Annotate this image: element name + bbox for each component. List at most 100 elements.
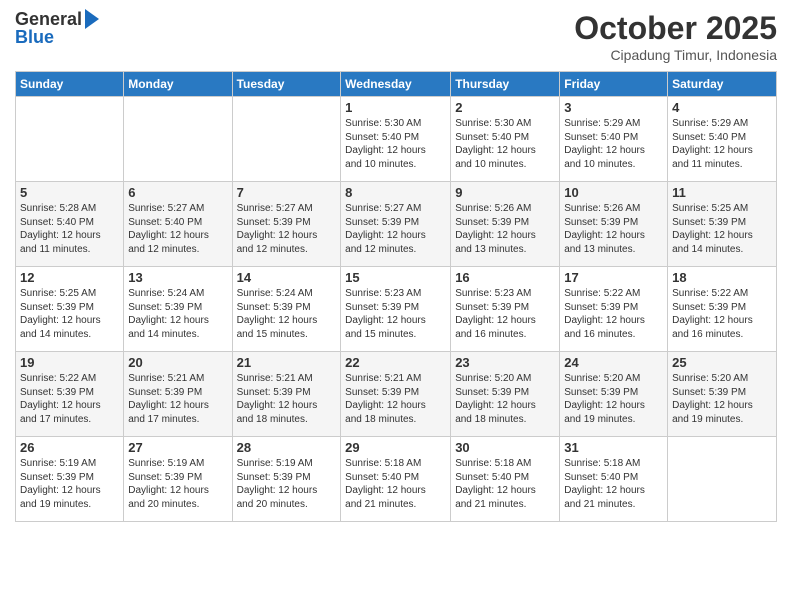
day-number: 22: [345, 355, 446, 370]
calendar-cell-w4-d2: 20Sunrise: 5:21 AM Sunset: 5:39 PM Dayli…: [124, 352, 232, 437]
day-info: Sunrise: 5:22 AM Sunset: 5:39 PM Dayligh…: [672, 287, 772, 341]
calendar-cell-w2-d6: 10 Sunrise: 5:26 AM Sunset: 5:39 PM Dayli…: [560, 182, 668, 267]
header-sunday: Sunday: [16, 72, 124, 97]
day-info: Sunrise: 5:27 AM Sunset: 5:39 PM Dayligh…: [345, 202, 446, 256]
day-number: 19: [20, 355, 119, 370]
calendar-cell-w5-d4: 29Sunrise: 5:18 AM Sunset: 5:40 PM Dayli…: [341, 437, 451, 522]
day-info: Sunrise: 5:20 AM Sunset: 5:39 PM Dayligh…: [455, 372, 555, 426]
header-wednesday: Wednesday: [341, 72, 451, 97]
day-number: 31: [564, 440, 663, 455]
calendar-cell-w3-d5: 16 Sunrise: 5:23 AM Sunset: 5:39 PM Dayli…: [451, 267, 560, 352]
day-info: Sunrise: 5:26 AM Sunset: 5:39 PM Dayligh…: [455, 202, 555, 256]
day-info: Sunrise: 5:26 AM Sunset: 5:39 PM Dayligh…: [564, 202, 663, 256]
day-info: Sunrise: 5:21 AM Sunset: 5:39 PM Dayligh…: [128, 372, 227, 426]
calendar-week-1: 1 Sunrise: 5:30 AM Sunset: 5:40 PM Daylig…: [16, 97, 777, 182]
calendar-cell-w1-d1: [16, 97, 124, 182]
header-friday: Friday: [560, 72, 668, 97]
day-number: 12: [20, 270, 119, 285]
day-info: Sunrise: 5:20 AM Sunset: 5:39 PM Dayligh…: [564, 372, 663, 426]
calendar-cell-w5-d6: 31 Sunrise: 5:18 AM Sunset: 5:40 PM Dayli…: [560, 437, 668, 522]
day-number: 3: [564, 100, 663, 115]
calendar-week-3: 12 Sunrise: 5:25 AM Sunset: 5:39 PM Dayli…: [16, 267, 777, 352]
calendar-cell-w5-d1: 26 Sunrise: 5:19 AM Sunset: 5:39 PM Dayli…: [16, 437, 124, 522]
day-info: Sunrise: 5:23 AM Sunset: 5:39 PM Dayligh…: [455, 287, 555, 341]
logo-blue: Blue: [15, 28, 54, 48]
day-number: 17: [564, 270, 663, 285]
day-number: 4: [672, 100, 772, 115]
day-info: Sunrise: 5:29 AM Sunset: 5:40 PM Dayligh…: [672, 117, 772, 171]
calendar-cell-w3-d4: 15 Sunrise: 5:23 AM Sunset: 5:39 PM Dayli…: [341, 267, 451, 352]
day-info: Sunrise: 5:22 AM Sunset: 5:39 PM Dayligh…: [20, 372, 119, 426]
day-info: Sunrise: 5:28 AM Sunset: 5:40 PM Dayligh…: [20, 202, 119, 256]
calendar-cell-w3-d7: 18 Sunrise: 5:22 AM Sunset: 5:39 PM Dayli…: [668, 267, 777, 352]
calendar-cell-w4-d5: 23 Sunrise: 5:20 AM Sunset: 5:39 PM Dayli…: [451, 352, 560, 437]
calendar-table: Sunday Monday Tuesday Wednesday Thursday…: [15, 71, 777, 522]
calendar-cell-w4-d4: 22 Sunrise: 5:21 AM Sunset: 5:39 PM Dayli…: [341, 352, 451, 437]
calendar-cell-w3-d6: 17 Sunrise: 5:22 AM Sunset: 5:39 PM Dayli…: [560, 267, 668, 352]
day-info: Sunrise: 5:24 AM Sunset: 5:39 PM Dayligh…: [237, 287, 337, 341]
calendar-cell-w4-d7: 25 Sunrise: 5:20 AM Sunset: 5:39 PM Dayli…: [668, 352, 777, 437]
day-info: Sunrise: 5:25 AM Sunset: 5:39 PM Dayligh…: [20, 287, 119, 341]
day-number: 8: [345, 185, 446, 200]
calendar-cell-w4-d6: 24 Sunrise: 5:20 AM Sunset: 5:39 PM Dayli…: [560, 352, 668, 437]
day-info: Sunrise: 5:18 AM Sunset: 5:40 PM Dayligh…: [455, 457, 555, 511]
day-number: 24: [564, 355, 663, 370]
day-number: 23: [455, 355, 555, 370]
day-number: 6: [128, 185, 227, 200]
calendar-cell-w1-d7: 4 Sunrise: 5:29 AM Sunset: 5:40 PM Daylig…: [668, 97, 777, 182]
calendar-week-4: 19 Sunrise: 5:22 AM Sunset: 5:39 PM Dayli…: [16, 352, 777, 437]
day-number: 30: [455, 440, 555, 455]
location-subtitle: Cipadung Timur, Indonesia: [574, 47, 777, 63]
day-number: 14: [237, 270, 337, 285]
day-number: 2: [455, 100, 555, 115]
day-number: 25: [672, 355, 772, 370]
calendar-cell-w2-d2: 6 Sunrise: 5:27 AM Sunset: 5:40 PM Daylig…: [124, 182, 232, 267]
calendar-header-row: Sunday Monday Tuesday Wednesday Thursday…: [16, 72, 777, 97]
header-saturday: Saturday: [668, 72, 777, 97]
day-number: 18: [672, 270, 772, 285]
calendar-cell-w2-d1: 5 Sunrise: 5:28 AM Sunset: 5:40 PM Daylig…: [16, 182, 124, 267]
calendar-cell-w5-d3: 28 Sunrise: 5:19 AM Sunset: 5:39 PM Dayli…: [232, 437, 341, 522]
day-number: 13: [128, 270, 227, 285]
day-info: Sunrise: 5:18 AM Sunset: 5:40 PM Dayligh…: [564, 457, 663, 511]
day-info: Sunrise: 5:19 AM Sunset: 5:39 PM Dayligh…: [20, 457, 119, 511]
day-number: 26: [20, 440, 119, 455]
calendar-cell-w5-d2: 27Sunrise: 5:19 AM Sunset: 5:39 PM Dayli…: [124, 437, 232, 522]
day-number: 16: [455, 270, 555, 285]
header-thursday: Thursday: [451, 72, 560, 97]
day-number: 1: [345, 100, 446, 115]
day-info: Sunrise: 5:24 AM Sunset: 5:39 PM Dayligh…: [128, 287, 227, 341]
page-container: General Blue October 2025 Cipadung Timur…: [0, 0, 792, 612]
calendar-cell-w2-d3: 7 Sunrise: 5:27 AM Sunset: 5:39 PM Daylig…: [232, 182, 341, 267]
calendar-cell-w5-d7: [668, 437, 777, 522]
calendar-week-2: 5 Sunrise: 5:28 AM Sunset: 5:40 PM Daylig…: [16, 182, 777, 267]
day-info: Sunrise: 5:18 AM Sunset: 5:40 PM Dayligh…: [345, 457, 446, 511]
calendar-cell-w4-d1: 19 Sunrise: 5:22 AM Sunset: 5:39 PM Dayli…: [16, 352, 124, 437]
day-info: Sunrise: 5:20 AM Sunset: 5:39 PM Dayligh…: [672, 372, 772, 426]
day-number: 5: [20, 185, 119, 200]
calendar-cell-w1-d5: 2 Sunrise: 5:30 AM Sunset: 5:40 PM Daylig…: [451, 97, 560, 182]
calendar-cell-w5-d5: 30 Sunrise: 5:18 AM Sunset: 5:40 PM Dayli…: [451, 437, 560, 522]
calendar-cell-w2-d7: 11Sunrise: 5:25 AM Sunset: 5:39 PM Dayli…: [668, 182, 777, 267]
day-info: Sunrise: 5:21 AM Sunset: 5:39 PM Dayligh…: [345, 372, 446, 426]
day-info: Sunrise: 5:22 AM Sunset: 5:39 PM Dayligh…: [564, 287, 663, 341]
day-number: 7: [237, 185, 337, 200]
day-number: 28: [237, 440, 337, 455]
day-info: Sunrise: 5:29 AM Sunset: 5:40 PM Dayligh…: [564, 117, 663, 171]
day-info: Sunrise: 5:30 AM Sunset: 5:40 PM Dayligh…: [455, 117, 555, 171]
day-info: Sunrise: 5:19 AM Sunset: 5:39 PM Dayligh…: [237, 457, 337, 511]
day-info: Sunrise: 5:27 AM Sunset: 5:40 PM Dayligh…: [128, 202, 227, 256]
day-info: Sunrise: 5:19 AM Sunset: 5:39 PM Dayligh…: [128, 457, 227, 511]
day-info: Sunrise: 5:27 AM Sunset: 5:39 PM Dayligh…: [237, 202, 337, 256]
day-number: 10: [564, 185, 663, 200]
day-number: 9: [455, 185, 555, 200]
day-info: Sunrise: 5:30 AM Sunset: 5:40 PM Dayligh…: [345, 117, 446, 171]
header-monday: Monday: [124, 72, 232, 97]
day-number: 15: [345, 270, 446, 285]
calendar-cell-w1-d2: [124, 97, 232, 182]
calendar-cell-w3-d2: 13 Sunrise: 5:24 AM Sunset: 5:39 PM Dayli…: [124, 267, 232, 352]
day-number: 21: [237, 355, 337, 370]
calendar-cell-w2-d4: 8 Sunrise: 5:27 AM Sunset: 5:39 PM Daylig…: [341, 182, 451, 267]
day-info: Sunrise: 5:25 AM Sunset: 5:39 PM Dayligh…: [672, 202, 772, 256]
day-info: Sunrise: 5:23 AM Sunset: 5:39 PM Dayligh…: [345, 287, 446, 341]
